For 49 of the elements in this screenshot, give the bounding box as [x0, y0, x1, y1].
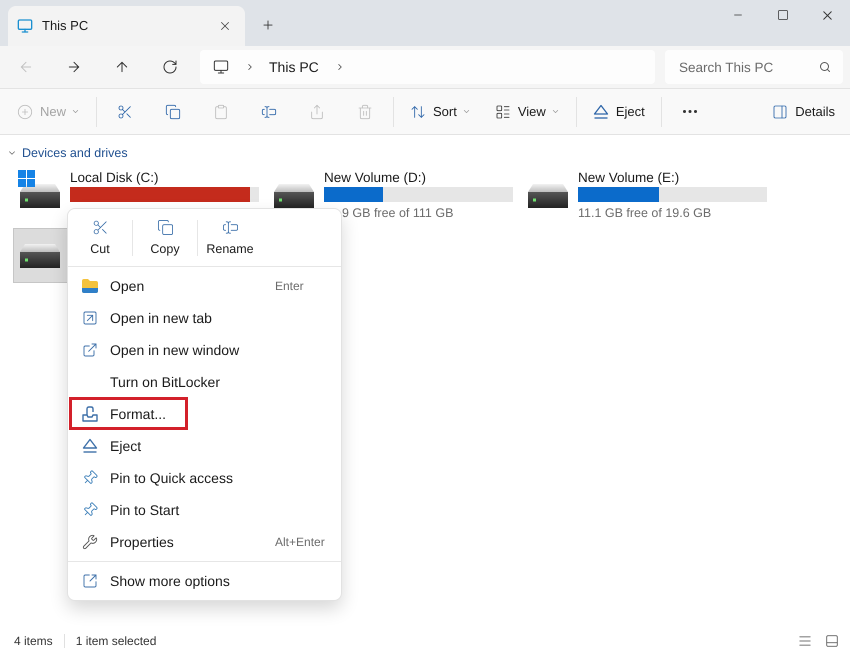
wrench-icon: [82, 534, 98, 550]
drive-name: New Volume (E:): [578, 170, 680, 186]
view-button[interactable]: View: [486, 94, 568, 128]
drive-icon: [18, 244, 62, 268]
menu-item[interactable]: Format...: [68, 398, 341, 430]
drive-name: Local Disk (C:): [70, 170, 160, 186]
panel-icon: [825, 634, 839, 648]
search-field[interactable]: Search This PC: [665, 50, 843, 84]
menu-item[interactable]: Pin to Start: [68, 494, 341, 526]
free-space-text: 11.1 GB free of 19.6 GB: [578, 205, 712, 221]
menu-item[interactable]: Properties Alt+Enter: [68, 526, 341, 558]
address-bar[interactable]: This PC: [200, 50, 655, 84]
square-arrow-out-icon: [82, 573, 98, 589]
eject-button[interactable]: Eject: [584, 94, 653, 128]
system-drive-icon: [18, 170, 62, 208]
close-icon: [218, 19, 232, 33]
drive-name: New Volume (D:): [324, 170, 428, 186]
external-link-icon: [82, 342, 98, 358]
plus-icon: [261, 18, 275, 32]
menu-item[interactable]: Open in new window: [68, 334, 341, 366]
menu-item[interactable]: Open in new tab: [68, 302, 341, 334]
scissors-icon: [92, 218, 108, 236]
copy-icon: [156, 218, 174, 236]
menu-item[interactable]: Turn on BitLocker: [68, 366, 341, 398]
selection-count: 1 item selected: [76, 633, 156, 650]
folder-icon: [82, 278, 98, 294]
list-icon: [798, 634, 812, 648]
drive-icon: [526, 184, 570, 208]
menu-item[interactable]: Pin to Quick access: [68, 462, 341, 494]
search-icon: [819, 61, 831, 73]
monitor-icon: [17, 18, 33, 34]
text-cursor-icon: [222, 218, 238, 236]
section-header[interactable]: Devices and drives: [0, 145, 128, 161]
drive-tile[interactable]: New Volume (E:) 11.1 GB free of 19.6 GB: [521, 168, 771, 223]
eject-icon: [82, 438, 98, 454]
monitor-icon: [213, 59, 229, 75]
free-space-text: 9 GB free of 111 GB: [341, 205, 454, 221]
menu-item[interactable]: Show more options: [68, 565, 341, 597]
sort-button[interactable]: Sort: [402, 94, 479, 128]
menu-item[interactable]: Open Enter: [68, 270, 341, 302]
menu-item[interactable]: Eject: [68, 430, 341, 462]
drive-tile[interactable]: New Volume (D:) 9 GB free of 111 GB: [267, 168, 517, 223]
details-button[interactable]: Details: [764, 94, 843, 128]
item-count: 4 items: [14, 633, 53, 650]
breadcrumb[interactable]: This PC: [269, 56, 319, 78]
maximize-icon: [776, 9, 788, 21]
tab[interactable]: This PC: [8, 6, 245, 46]
drive-icon: [272, 184, 316, 208]
tray-icon: [82, 406, 98, 422]
